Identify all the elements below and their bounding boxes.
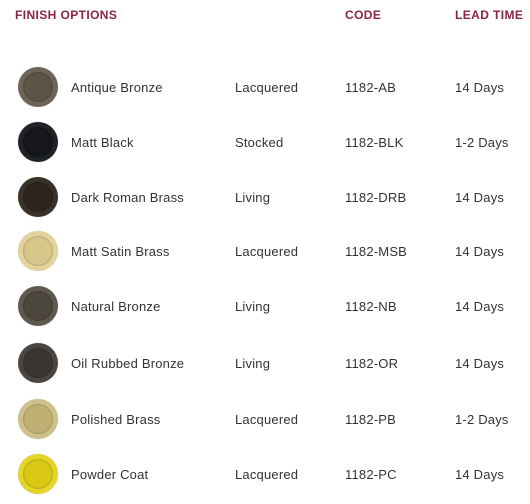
finish-type: Lacquered <box>235 80 299 95</box>
finish-options-header: FINISH OPTIONS <box>15 8 118 22</box>
finish-type: Stocked <box>235 135 284 150</box>
finish-type: Living <box>235 356 271 371</box>
finish-name: Oil Rubbed Bronze <box>71 356 185 371</box>
finish-name: Antique Bronze <box>71 80 163 95</box>
finish-code: 1182-PB <box>345 412 397 427</box>
finish-name: Dark Roman Brass <box>71 190 185 205</box>
finish-code: 1182-OR <box>345 356 399 371</box>
finish-code: 1182-PC <box>345 467 397 482</box>
finish-swatch <box>18 177 58 217</box>
finish-code: 1182-MSB <box>345 244 408 259</box>
finish-type: Living <box>235 299 271 314</box>
finish-lead-time: 14 Days <box>455 356 505 371</box>
finish-row-matt-black: Matt Black Stocked 1182-BLK 1-2 Days <box>0 122 530 166</box>
finish-swatch <box>18 231 58 271</box>
finish-swatch <box>18 67 58 107</box>
finish-lead-time: 14 Days <box>455 80 505 95</box>
finish-swatch <box>18 343 58 383</box>
finish-row-matt-satin-brass: Matt Satin Brass Lacquered 1182-MSB 14 D… <box>0 231 530 275</box>
finish-row-powder-coat: Powder Coat Lacquered 1182-PC 14 Days <box>0 454 530 498</box>
finish-row-polished-brass: Polished Brass Lacquered 1182-PB 1-2 Day… <box>0 399 530 443</box>
finish-lead-time: 14 Days <box>455 190 505 205</box>
finish-row-oil-rubbed-bronze: Oil Rubbed Bronze Living 1182-OR 14 Days <box>0 343 530 387</box>
finish-row-natural-bronze: Natural Bronze Living 1182-NB 14 Days <box>0 286 530 330</box>
finish-code: 1182-DRB <box>345 190 407 205</box>
finish-name: Matt Satin Brass <box>71 244 170 259</box>
finish-code: 1182-AB <box>345 80 397 95</box>
finish-code: 1182-NB <box>345 299 397 314</box>
finish-name: Powder Coat <box>71 467 149 482</box>
finish-type: Living <box>235 190 271 205</box>
finish-lead-time: 14 Days <box>455 244 505 259</box>
finish-swatch <box>18 122 58 162</box>
finish-row-antique-bronze: Antique Bronze Lacquered 1182-AB 14 Days <box>0 67 530 111</box>
finish-name: Polished Brass <box>71 412 161 427</box>
finish-lead-time: 14 Days <box>455 467 505 482</box>
finish-code: 1182-BLK <box>345 135 404 150</box>
finish-lead-time: 1-2 Days <box>455 412 509 427</box>
finish-swatch <box>18 454 58 494</box>
finish-name: Matt Black <box>71 135 134 150</box>
finish-swatch <box>18 286 58 326</box>
finish-type: Lacquered <box>235 244 299 259</box>
finish-row-dark-roman-brass: Dark Roman Brass Living 1182-DRB 14 Days <box>0 177 530 221</box>
finish-lead-time: 1-2 Days <box>455 135 509 150</box>
finish-lead-time: 14 Days <box>455 299 505 314</box>
finish-type: Lacquered <box>235 412 299 427</box>
code-header: CODE <box>345 8 382 22</box>
finish-swatch <box>18 399 58 439</box>
finish-name: Natural Bronze <box>71 299 161 314</box>
lead-time-header: LEAD TIME <box>455 8 524 22</box>
finish-type: Lacquered <box>235 467 299 482</box>
